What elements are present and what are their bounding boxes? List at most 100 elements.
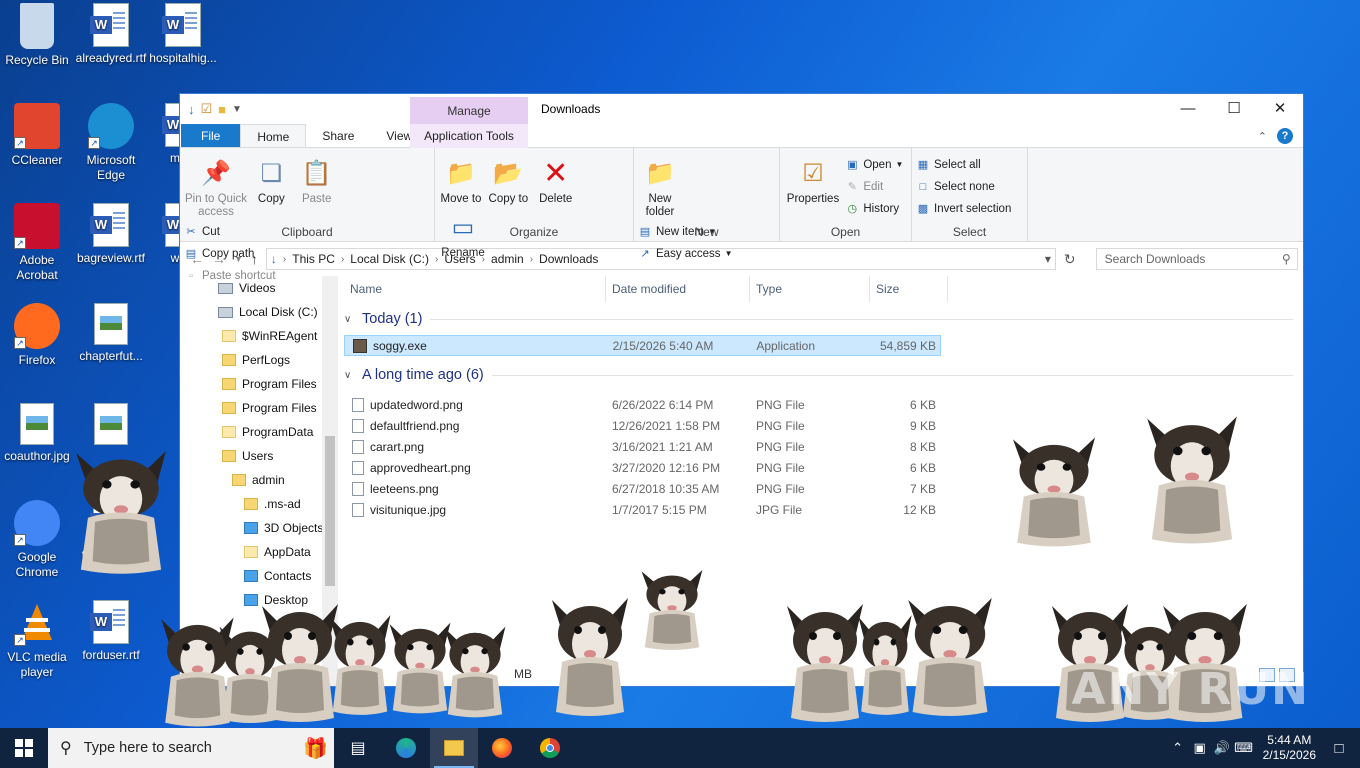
nav-item[interactable]: .ms-ad [180,492,338,516]
select-all-button[interactable]: ▦ Select all [916,156,1011,173]
file-row[interactable]: soggy.exe 2/15/2026 5:40 AM Application 54,… [344,335,941,356]
breadcrumb-item[interactable]: This PC [292,252,335,266]
select-none-button[interactable]: □ Select none [916,178,1011,195]
collapse-chevron-icon[interactable]: ∨ [344,314,354,325]
taskbar-chrome[interactable] [526,728,574,768]
select-small-buttons: ▦ Select all □ Select none ▩ Invert selecti… [916,156,1012,217]
copy-button[interactable]: ❏ Copy [251,152,291,206]
keyboard-icon[interactable]: ⌨ [1233,740,1255,756]
copy-path-button[interactable]: ▤ Copy path [184,245,276,262]
new-folder-icon[interactable]: ■ [218,102,226,117]
nav-item[interactable]: Videos [180,276,338,300]
down-arrow-icon[interactable]: ↓ [188,102,195,117]
desktop-icon[interactable] [74,403,148,449]
breadcrumb-separator-icon[interactable]: › [341,254,344,265]
desktop-icon[interactable]: Wbagreview.rtf [74,203,148,266]
tab-home[interactable]: Home [240,124,307,147]
clock[interactable]: 5:44 AM 2/15/2026 [1263,733,1316,763]
nav-item[interactable]: 3D Objects [180,516,338,540]
nav-item[interactable]: Contacts [180,564,338,588]
desktop-icon[interactable]: Recycle Bin [0,3,74,68]
address-dropdown-icon[interactable]: ▾ [1045,252,1051,266]
column-date-modified[interactable]: Date modified [606,276,750,302]
move-to-button[interactable]: 📁 Move to [439,152,483,206]
breadcrumb-item[interactable]: Local Disk (C:) [350,252,429,266]
search-input[interactable]: Search Downloads ⚲ [1095,248,1298,270]
breadcrumb-separator-icon[interactable]: › [435,254,438,265]
history-button[interactable]: ◷ History [845,200,903,217]
breadcrumb-separator-icon[interactable]: › [530,254,533,265]
nav-item[interactable]: PerfLogs [180,348,338,372]
collapse-ribbon-icon[interactable]: ⌃ [1258,130,1267,143]
new-folder-button[interactable]: 📁 New folder [638,152,682,219]
desktop-icon[interactable]: ↗ Firefox [0,303,74,368]
breadcrumb-item[interactable]: admin [491,252,524,266]
desktop-icon[interactable]: chapterfut... [74,303,148,364]
minimize-button[interactable]: — [1165,94,1211,124]
notifications-icon[interactable]: □ [1328,740,1350,757]
pin-quick-access-button[interactable]: 📌 Pin to Quick access [184,152,248,219]
network-icon[interactable]: ▣ [1189,740,1211,756]
desktop-icon[interactable]: ↗ Adobe Acrobat [0,203,74,283]
nav-item-label: ProgramData [242,425,314,439]
edit-button[interactable]: ✎ Edit [845,178,903,195]
taskbar-search-box[interactable]: ⚲ Type here to search 🎁 [48,728,334,768]
group-header[interactable]: ∨ Today (1) [344,306,1303,332]
start-button[interactable] [0,728,48,768]
manage-contextual-tab[interactable]: Manage [410,97,528,125]
cat-image [540,592,640,722]
nav-item-label: PerfLogs [242,353,291,367]
task-view-button[interactable]: ▤ [334,728,382,768]
nav-item[interactable]: Local Disk (C:) [180,300,338,324]
column-name[interactable]: Name [344,276,606,302]
nav-item[interactable]: $WinREAgent [180,324,338,348]
properties-label: Properties [786,193,840,205]
nav-scroll-thumb[interactable] [325,436,335,586]
breadcrumb-separator-icon[interactable]: › [283,254,286,265]
select-group: ▦ Select all □ Select none ▩ Invert selecti… [912,148,1028,242]
shortcut-arrow-icon: ↗ [14,337,26,349]
desktop-icon[interactable]: ↗ CCleaner [0,103,74,168]
tab-application-tools[interactable]: Application Tools [410,124,528,148]
desktop-icon[interactable]: ↗ VLC media player [0,600,74,680]
taskbar: ⚲ Type here to search 🎁 ▤ ⌃ ▣ 🔊 ⌨ 5:44 A… [0,728,1360,768]
copy-to-button[interactable]: 📂 Copy to [486,152,530,206]
easy-access-button[interactable]: ↗ Easy access ▼ [638,245,732,262]
desktop-icon[interactable]: ↗ Microsoft Edge [74,103,148,183]
invert-selection-button[interactable]: ▩ Invert selection [916,200,1012,217]
customize-toolbar-icon[interactable]: ▼ [232,104,242,115]
collapse-chevron-icon[interactable]: ∨ [344,370,354,381]
volume-icon[interactable]: 🔊 [1211,740,1233,756]
refresh-icon[interactable]: ↻ [1064,251,1076,268]
tab-share[interactable]: Share [306,124,370,147]
nav-item[interactable]: Program Files [180,372,338,396]
desktop-icon[interactable]: Wforduser.rtf [74,600,148,663]
delete-button[interactable]: ✕ Delete [534,152,578,206]
group-header-label: A long time ago (6) [362,367,484,383]
desktop-icon[interactable]: Walreadyred.rtf [74,3,148,66]
nav-item[interactable]: ProgramData [180,420,338,444]
column-size[interactable]: Size [870,276,948,302]
help-icon[interactable]: ? [1277,128,1293,144]
open-button[interactable]: ▣ Open ▼ [845,156,903,173]
tab-file[interactable]: File [181,124,241,147]
properties-button[interactable]: ☑ Properties [784,152,842,206]
nav-item[interactable]: Program Files [180,396,338,420]
breadcrumb-item[interactable]: Downloads [539,252,598,266]
folder-icon [244,546,258,558]
group-header[interactable]: ∨ A long time ago (6) [344,362,1303,388]
properties-check-icon[interactable]: ☑ [201,101,213,117]
taskbar-firefox[interactable] [478,728,526,768]
desktop-icon[interactable]: Whospitalhig... [146,3,220,66]
column-type[interactable]: Type [750,276,870,302]
chevron-up-icon[interactable]: ⌃ [1167,740,1189,756]
nav-item[interactable]: AppData [180,540,338,564]
nav-item[interactable]: admin [180,468,338,492]
paste-button[interactable]: 📋 Paste [295,152,339,206]
taskbar-file-explorer[interactable] [430,728,478,768]
nav-item[interactable]: Users [180,444,338,468]
maximize-button[interactable]: ☐ [1211,94,1257,124]
taskbar-edge[interactable] [382,728,430,768]
file-name: approvedheart.png [370,460,471,475]
close-button[interactable]: ✕ [1257,94,1303,124]
